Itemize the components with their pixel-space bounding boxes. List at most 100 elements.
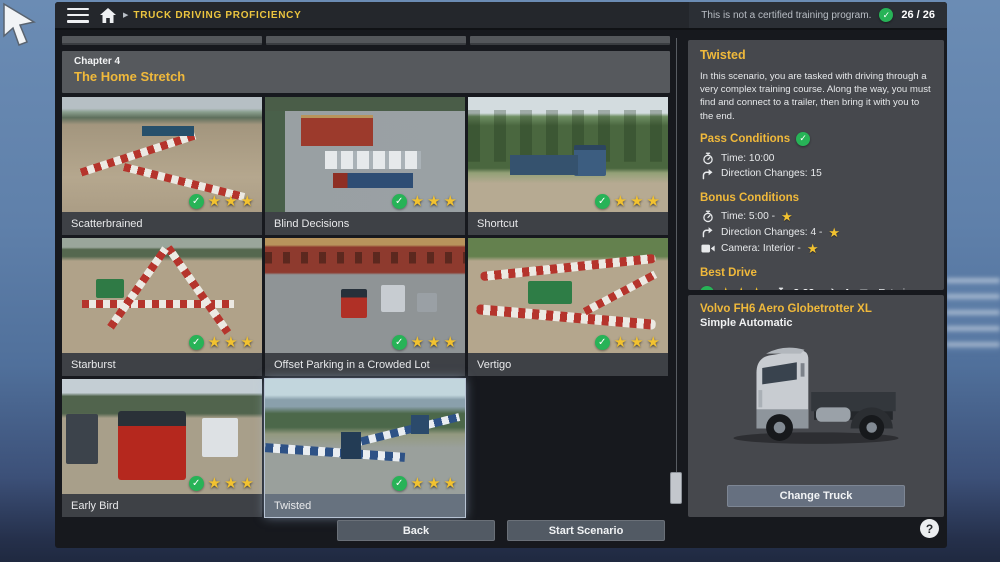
home-icon <box>100 8 116 23</box>
topbar-right-section: This is not a certified training program… <box>689 2 947 28</box>
scenario-grid: ✓ ★★★ Scatterbrained ✓ ★★★ Blind Decisio… <box>62 97 670 517</box>
stopwatch-icon <box>700 210 715 223</box>
breadcrumb: TRUCK DRIVING PROFICIENCY <box>133 10 301 21</box>
thumbnail-decoration <box>165 245 231 335</box>
direction-icon <box>700 226 715 238</box>
scenario-details-card: Twisted In this scenario, you are tasked… <box>688 40 944 290</box>
thumbnail-decoration <box>265 443 405 462</box>
camera-icon <box>700 243 715 254</box>
scenario-tile[interactable]: ✓ ★★★ Blind Decisions <box>265 97 465 235</box>
star-rating: ★★★ <box>411 476 460 491</box>
thumbnail-decoration <box>411 415 429 435</box>
thumbnail-decoration <box>333 173 413 188</box>
scenario-name: Twisted <box>274 500 311 512</box>
best-drive-heading: Best Drive <box>700 267 932 279</box>
thumbnail-decoration <box>583 270 657 315</box>
condition-text: Time: 10:00 <box>721 153 774 164</box>
bonus-star-icon: ★ <box>807 242 819 255</box>
scenario-thumbnail: ✓ ★★★ <box>265 97 465 212</box>
thumbnail-decoration <box>476 304 656 330</box>
tile-bar: Early Bird <box>62 494 262 517</box>
scenario-tile[interactable]: ✓ ★★★ Shortcut <box>468 97 668 235</box>
tile-bar: Twisted <box>265 494 465 517</box>
completed-check-icon: ✓ <box>595 194 610 209</box>
scenario-tile[interactable]: ✓ ★★★ Early Bird <box>62 379 262 517</box>
help-button[interactable]: ? <box>920 519 939 538</box>
thumbnail-decoration <box>202 418 238 457</box>
back-button[interactable]: Back <box>337 520 495 541</box>
truck-card: Volvo FH6 Aero Globetrotter XL Simple Au… <box>688 295 944 517</box>
partial-tile[interactable] <box>470 36 670 45</box>
scenario-tile[interactable]: ✓ ★★★ Vertigo <box>468 238 668 376</box>
partial-tile[interactable] <box>62 36 262 45</box>
scenario-tile[interactable]: ✓ ★★★ Starburst <box>62 238 262 376</box>
pass-conditions-label: Pass Conditions <box>700 133 790 145</box>
best-drive-camera: Exterior <box>878 287 914 290</box>
home-button[interactable] <box>100 8 116 23</box>
tile-status: ✓ ★★★ <box>189 194 257 209</box>
scenario-tile[interactable]: ✓ ★★★ Offset Parking in a Crowded Lot <box>265 238 465 376</box>
mouse-cursor <box>0 2 42 50</box>
star-rating: ★★★ <box>411 194 460 209</box>
pass-conditions-heading: Pass Conditions ✓ <box>700 132 932 146</box>
completed-check-icon: ✓ <box>189 335 204 350</box>
scenario-thumbnail: ✓ ★★★ <box>62 97 262 212</box>
tile-bar: Blind Decisions <box>265 212 465 235</box>
thumbnail-decoration <box>142 126 194 136</box>
chapter-title: The Home Stretch <box>74 69 658 84</box>
best-drive-label: Best Drive <box>700 267 757 279</box>
pass-check-icon: ✓ <box>796 132 810 146</box>
menu-icon[interactable] <box>67 8 89 23</box>
stopwatch-icon <box>773 287 788 290</box>
scenario-tile[interactable]: ✓ ★★★ Twisted <box>265 379 465 517</box>
thumbnail-decoration <box>341 289 367 319</box>
scrollbar-thumb[interactable] <box>670 472 682 504</box>
direction-icon <box>700 168 715 180</box>
tile-status: ✓ ★★★ <box>189 335 257 350</box>
details-panel: Twisted In this scenario, you are tasked… <box>688 40 944 517</box>
tile-status: ✓ ★★★ <box>595 194 663 209</box>
partial-tile[interactable] <box>266 36 466 45</box>
thumbnail-decoration <box>301 115 373 146</box>
condition-text: Camera: Interior - <box>721 243 801 254</box>
progress-check-icon: ✓ <box>879 8 893 22</box>
condition-text: Direction Changes: 15 <box>721 168 822 179</box>
scenario-title: Twisted <box>700 48 932 62</box>
tile-status: ✓ ★★★ <box>392 194 460 209</box>
background-blur <box>946 278 1000 352</box>
footer-bar: Back Start Scenario <box>55 520 947 541</box>
scenario-name: Shortcut <box>477 218 518 230</box>
condition-text: Direction Changes: 4 - <box>721 227 822 238</box>
thumbnail-decoration <box>346 413 460 449</box>
top-bar: ▶ TRUCK DRIVING PROFICIENCY This is not … <box>55 2 947 30</box>
tile-status: ✓ ★★★ <box>392 476 460 491</box>
tile-bar: Starburst <box>62 353 262 376</box>
tile-status: ✓ ★★★ <box>595 335 663 350</box>
scenario-name: Starburst <box>71 359 116 371</box>
star-rating: ★★★ <box>614 194 663 209</box>
scenario-thumbnail: ✓ ★★★ <box>265 379 465 494</box>
scenario-name: Blind Decisions <box>274 218 349 230</box>
scenario-name: Vertigo <box>477 359 511 371</box>
scenario-thumbnail: ✓ ★★★ <box>265 238 465 353</box>
scenario-tile[interactable]: ✓ ★★★ Scatterbrained <box>62 97 262 235</box>
star-rating: ★★★ <box>411 335 460 350</box>
completed-check-icon: ✓ <box>189 476 204 491</box>
scenario-name: Scatterbrained <box>71 218 143 230</box>
stopwatch-icon <box>700 152 715 165</box>
bonus-conditions-heading: Bonus Conditions <box>700 192 932 204</box>
thumbnail-decoration <box>118 411 186 480</box>
start-scenario-button[interactable]: Start Scenario <box>507 520 665 541</box>
bonus-star-icon: ★ <box>781 210 793 223</box>
scrollbar-track[interactable] <box>676 38 677 504</box>
chapter-header: Chapter 4 The Home Stretch <box>62 51 670 93</box>
best-drive-row: ✓ ★★★ 3:32 4 Exterior <box>700 286 932 290</box>
condition-row: Time: 5:00 -★ <box>700 210 932 223</box>
tile-status: ✓ ★★★ <box>189 476 257 491</box>
truck-image <box>720 333 912 451</box>
change-truck-button[interactable]: Change Truck <box>727 485 905 507</box>
camera-icon <box>858 288 873 290</box>
thumbnail-decoration <box>417 293 437 311</box>
thumbnail-decoration <box>574 145 606 176</box>
thumbnail-decoration <box>96 279 124 297</box>
